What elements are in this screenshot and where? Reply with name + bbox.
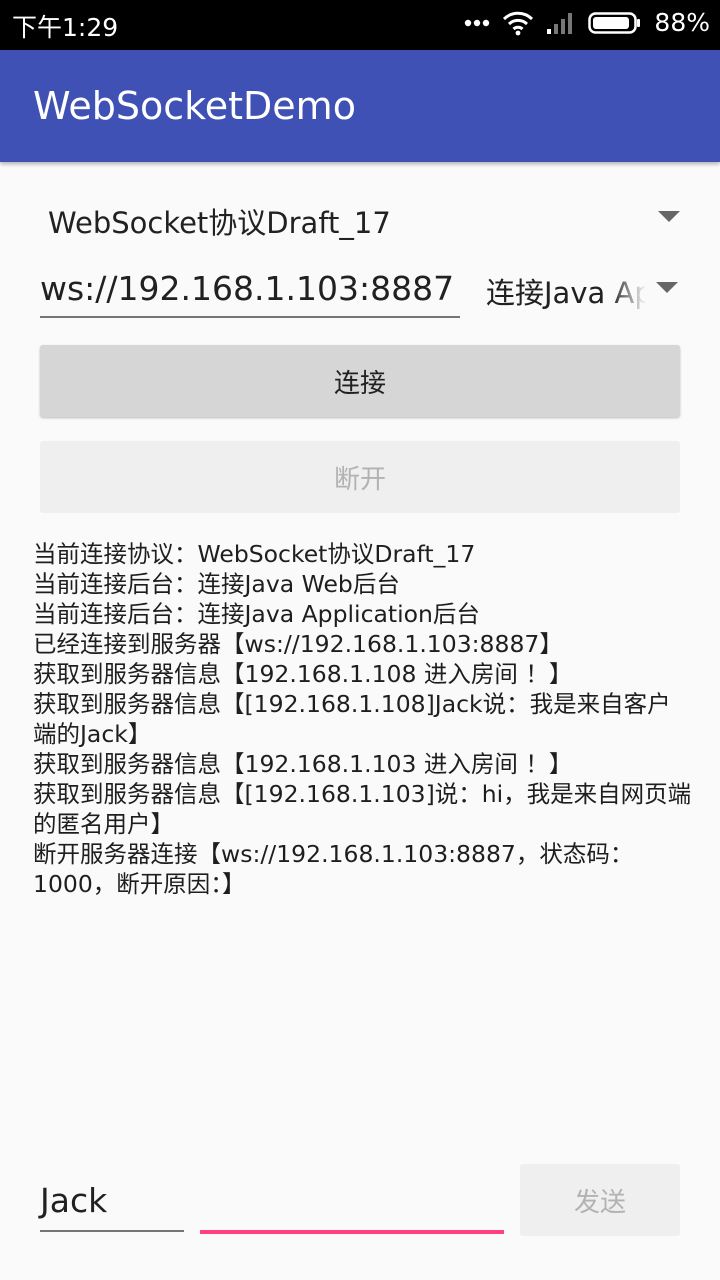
backend-spinner-value: 连接Java Application后台: [486, 276, 646, 310]
log-line: 获取到服务器信息【192.168.1.108 进入房间 ！】: [33, 660, 573, 688]
log-line: 获取到服务器信息【192.168.1.103 进入房间 ！】: [33, 750, 573, 778]
disconnect-button[interactable]: 断开: [40, 441, 680, 513]
log-line: 已经连接到服务器【ws://192.168.1.103:8887】: [33, 630, 563, 658]
protocol-spinner-value: WebSocket协议Draft_17: [48, 206, 391, 240]
dropdown-arrow-icon: [656, 282, 678, 293]
more-dots-icon: [465, 19, 490, 26]
signal-icon: [547, 12, 573, 34]
battery-percent: 88%: [654, 8, 710, 37]
dropdown-arrow-icon: [658, 211, 680, 222]
log-line: 获取到服务器信息【[192.168.1.108]Jack说：我是来自客户端的Ja…: [33, 690, 671, 748]
status-icons: 88%: [464, 8, 710, 37]
app-title: WebSocketDemo: [33, 84, 356, 128]
log-line: 当前连接协议：WebSocket协议Draft_17: [33, 540, 476, 568]
protocol-spinner[interactable]: WebSocket协议Draft_17: [40, 190, 680, 246]
status-time: 下午1:29: [12, 13, 119, 42]
app-bar: WebSocketDemo: [0, 50, 720, 162]
message-input[interactable]: [200, 1172, 504, 1234]
status-bar: 下午1:29 88%: [0, 0, 720, 50]
url-input[interactable]: ws://192.168.1.103:8887: [40, 262, 460, 318]
backend-spinner[interactable]: 连接Java Application后台: [486, 262, 680, 316]
log-line: 当前连接后台：连接Java Application后台: [33, 600, 480, 628]
log-line: 获取到服务器信息【[192.168.1.103]说：hi，我是来自网页端的匿名用…: [33, 780, 692, 838]
name-input[interactable]: Jack: [40, 1172, 184, 1232]
battery-icon: [588, 11, 641, 34]
wifi-icon: [503, 11, 534, 35]
message-log: 当前连接协议：WebSocket协议Draft_17 当前连接后台：连接Java…: [33, 539, 693, 899]
send-button[interactable]: 发送: [520, 1164, 680, 1236]
connect-button[interactable]: 连接: [40, 345, 680, 417]
log-line: 当前连接后台：连接Java Web后台: [33, 570, 400, 598]
log-line: 断开服务器连接【ws://192.168.1.103:8887，状态码：1000…: [33, 840, 634, 898]
